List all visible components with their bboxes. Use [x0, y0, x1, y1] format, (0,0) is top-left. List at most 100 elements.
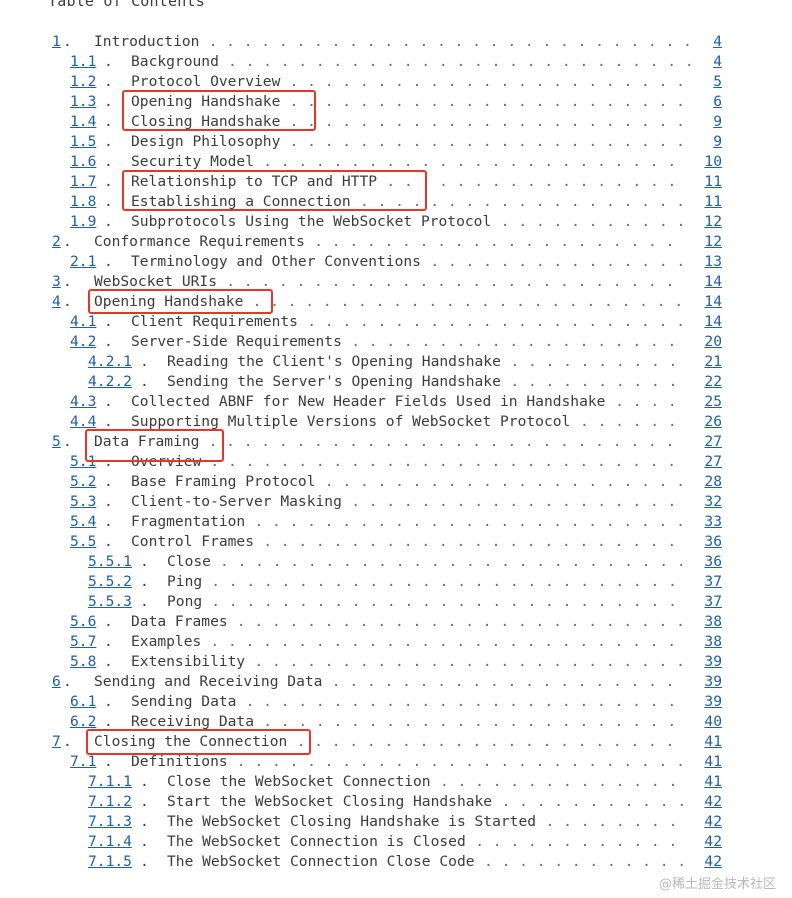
toc-entry[interactable]: 1.3. Opening Handshake . . . . . . . . . .…	[0, 92, 792, 112]
toc-entry-number[interactable]: 1.5	[70, 132, 96, 152]
toc-entry[interactable]: 5.4. Fragmentation . . . . . . . . . . . .…	[0, 512, 792, 532]
toc-entry-page-number[interactable]: 37	[704, 592, 722, 612]
toc-entry-page-number[interactable]: 41	[704, 752, 722, 772]
toc-entry[interactable]: 7.1.4. The WebSocket Connection is Closed…	[0, 832, 792, 852]
toc-entry[interactable]: 5.2. Base Framing Protocol . . . . . . . .…	[0, 472, 792, 492]
toc-entry-page-number[interactable]: 13	[704, 252, 722, 272]
toc-entry-page-number[interactable]: 33	[704, 512, 722, 532]
toc-entry-number[interactable]: 4.2	[70, 332, 96, 352]
toc-entry[interactable]: 4. Opening Handshake . . . . . . . . . . .…	[0, 292, 792, 312]
toc-entry-number[interactable]: 5.6	[70, 612, 96, 632]
toc-entry-number[interactable]: 5.5.3	[88, 592, 132, 612]
toc-entry-page-number[interactable]: 37	[704, 572, 722, 592]
toc-entry-number[interactable]: 7.1.4	[88, 832, 132, 852]
toc-entry[interactable]: 5.5.2. Ping . . . . . . . . . . . . . . . …	[0, 572, 792, 592]
toc-entry-page-number[interactable]: 32	[704, 492, 722, 512]
toc-entry-number[interactable]: 1.8	[70, 192, 96, 212]
toc-entry[interactable]: 4.2.1. Reading the Client's Opening Hands…	[0, 352, 792, 372]
toc-entry-number[interactable]: 7.1.5	[88, 852, 132, 872]
toc-entry[interactable]: 4.3. Collected ABNF for New Header Fields…	[0, 392, 792, 412]
toc-entry-page-number[interactable]: 20	[704, 332, 722, 352]
toc-entry-page-number[interactable]: 42	[704, 812, 722, 832]
toc-entry-page-number[interactable]: 12	[704, 232, 722, 252]
toc-entry-number[interactable]: 7	[52, 732, 61, 752]
toc-entry-number[interactable]: 5.3	[70, 492, 96, 512]
toc-entry-page-number[interactable]: 14	[704, 272, 722, 292]
toc-entry-number[interactable]: 2	[52, 232, 61, 252]
toc-entry-number[interactable]: 7.1.3	[88, 812, 132, 832]
toc-entry[interactable]: 5.5.3. Pong . . . . . . . . . . . . . . . …	[0, 592, 792, 612]
toc-entry-number[interactable]: 1.2	[70, 72, 96, 92]
toc-entry-number[interactable]: 4	[52, 292, 61, 312]
toc-entry-page-number[interactable]: 5	[713, 72, 722, 92]
toc-entry[interactable]: 3. WebSocket URIs . . . . . . . . . . . . …	[0, 272, 792, 292]
toc-entry-number[interactable]: 7.1.2	[88, 792, 132, 812]
toc-entry[interactable]: 2.1. Terminology and Other Conventions . .…	[0, 252, 792, 272]
toc-entry-page-number[interactable]: 27	[704, 432, 722, 452]
toc-entry[interactable]: 7.1.1. Close the WebSocket Connection . . …	[0, 772, 792, 792]
toc-entry-number[interactable]: 7.1	[70, 752, 96, 772]
toc-entry-number[interactable]: 6.1	[70, 692, 96, 712]
toc-entry-page-number[interactable]: 39	[704, 652, 722, 672]
toc-entry[interactable]: 6.1. Sending Data . . . . . . . . . . . . …	[0, 692, 792, 712]
toc-entry-number[interactable]: 4.1	[70, 312, 96, 332]
toc-entry[interactable]: 5.5. Control Frames . . . . . . . . . . . …	[0, 532, 792, 552]
toc-entry-page-number[interactable]: 38	[704, 632, 722, 652]
toc-entry[interactable]: 1.9. Subprotocols Using the WebSocket Pro…	[0, 212, 792, 232]
toc-entry[interactable]: 5.1. Overview . . . . . . . . . . . . . . …	[0, 452, 792, 472]
toc-entry[interactable]: 4.2. Server-Side Requirements . . . . . . …	[0, 332, 792, 352]
toc-entry-number[interactable]: 2.1	[70, 252, 96, 272]
toc-entry-number[interactable]: 1.6	[70, 152, 96, 172]
toc-entry-page-number[interactable]: 42	[704, 792, 722, 812]
toc-entry[interactable]: 5.3. Client-to-Server Masking . . . . . . …	[0, 492, 792, 512]
toc-entry-page-number[interactable]: 41	[704, 772, 722, 792]
toc-entry-number[interactable]: 6.2	[70, 712, 96, 732]
toc-entry[interactable]: 5.6. Data Frames . . . . . . . . . . . . .…	[0, 612, 792, 632]
toc-entry-page-number[interactable]: 39	[704, 692, 722, 712]
toc-entry-number[interactable]: 1.7	[70, 172, 96, 192]
toc-entry-page-number[interactable]: 27	[704, 452, 722, 472]
toc-entry[interactable]: 6. Sending and Receiving Data . . . . . . …	[0, 672, 792, 692]
toc-entry-number[interactable]: 1.3	[70, 92, 96, 112]
toc-entry[interactable]: 7. Closing the Connection . . . . . . . . …	[0, 732, 792, 752]
toc-entry-number[interactable]: 4.2.1	[88, 352, 132, 372]
toc-entry[interactable]: 4.4. Supporting Multiple Versions of WebS…	[0, 412, 792, 432]
toc-entry-page-number[interactable]: 12	[704, 212, 722, 232]
toc-entry-page-number[interactable]: 36	[704, 532, 722, 552]
toc-entry-number[interactable]: 4.2.2	[88, 372, 132, 392]
toc-entry-page-number[interactable]: 38	[704, 612, 722, 632]
toc-entry-number[interactable]: 1.9	[70, 212, 96, 232]
toc-entry-number[interactable]: 4.4	[70, 412, 96, 432]
toc-entry[interactable]: 4.2.2. Sending the Server's Opening Hands…	[0, 372, 792, 392]
toc-entry-page-number[interactable]: 25	[704, 392, 722, 412]
toc-entry-number[interactable]: 5.4	[70, 512, 96, 532]
toc-entry[interactable]: 1.5. Design Philosophy . . . . . . . . . .…	[0, 132, 792, 152]
toc-entry[interactable]: 1.7. Relationship to TCP and HTTP . . . . …	[0, 172, 792, 192]
toc-entry-page-number[interactable]: 40	[704, 712, 722, 732]
toc-entry[interactable]: 7.1. Definitions . . . . . . . . . . . . .…	[0, 752, 792, 772]
toc-entry-page-number[interactable]: 42	[704, 852, 722, 872]
toc-entry[interactable]: 7.1.3. The WebSocket Closing Handshake is…	[0, 812, 792, 832]
toc-entry-page-number[interactable]: 11	[704, 192, 722, 212]
toc-entry[interactable]: 1.2. Protocol Overview . . . . . . . . . .…	[0, 72, 792, 92]
toc-entry-page-number[interactable]: 4	[713, 52, 722, 72]
toc-entry-number[interactable]: 4.3	[70, 392, 96, 412]
toc-entry[interactable]: 5.8. Extensibility . . . . . . . . . . . .…	[0, 652, 792, 672]
toc-entry-number[interactable]: 1.4	[70, 112, 96, 132]
toc-entry-number[interactable]: 5.5.1	[88, 552, 132, 572]
toc-entry-number[interactable]: 1.1	[70, 52, 96, 72]
toc-entry-page-number[interactable]: 36	[704, 552, 722, 572]
toc-entry[interactable]: 5. Data Framing . . . . . . . . . . . . . …	[0, 432, 792, 452]
toc-entry-number[interactable]: 5	[52, 432, 61, 452]
toc-entry[interactable]: 1. Introduction . . . . . . . . . . . . . …	[0, 32, 792, 52]
toc-entry-page-number[interactable]: 26	[704, 412, 722, 432]
toc-entry[interactable]: 5.7. Examples . . . . . . . . . . . . . . …	[0, 632, 792, 652]
toc-entry-number[interactable]: 5.7	[70, 632, 96, 652]
toc-entry[interactable]: 7.1.2. Start the WebSocket Closing Handsh…	[0, 792, 792, 812]
toc-entry[interactable]: 1.4. Closing Handshake . . . . . . . . . .…	[0, 112, 792, 132]
toc-entry[interactable]: 1.6. Security Model . . . . . . . . . . . …	[0, 152, 792, 172]
toc-entry[interactable]: 1.1. Background . . . . . . . . . . . . . …	[0, 52, 792, 72]
toc-entry-number[interactable]: 5.5.2	[88, 572, 132, 592]
toc-entry-number[interactable]: 5.5	[70, 532, 96, 552]
toc-entry[interactable]: 1.8. Establishing a Connection . . . . . .…	[0, 192, 792, 212]
